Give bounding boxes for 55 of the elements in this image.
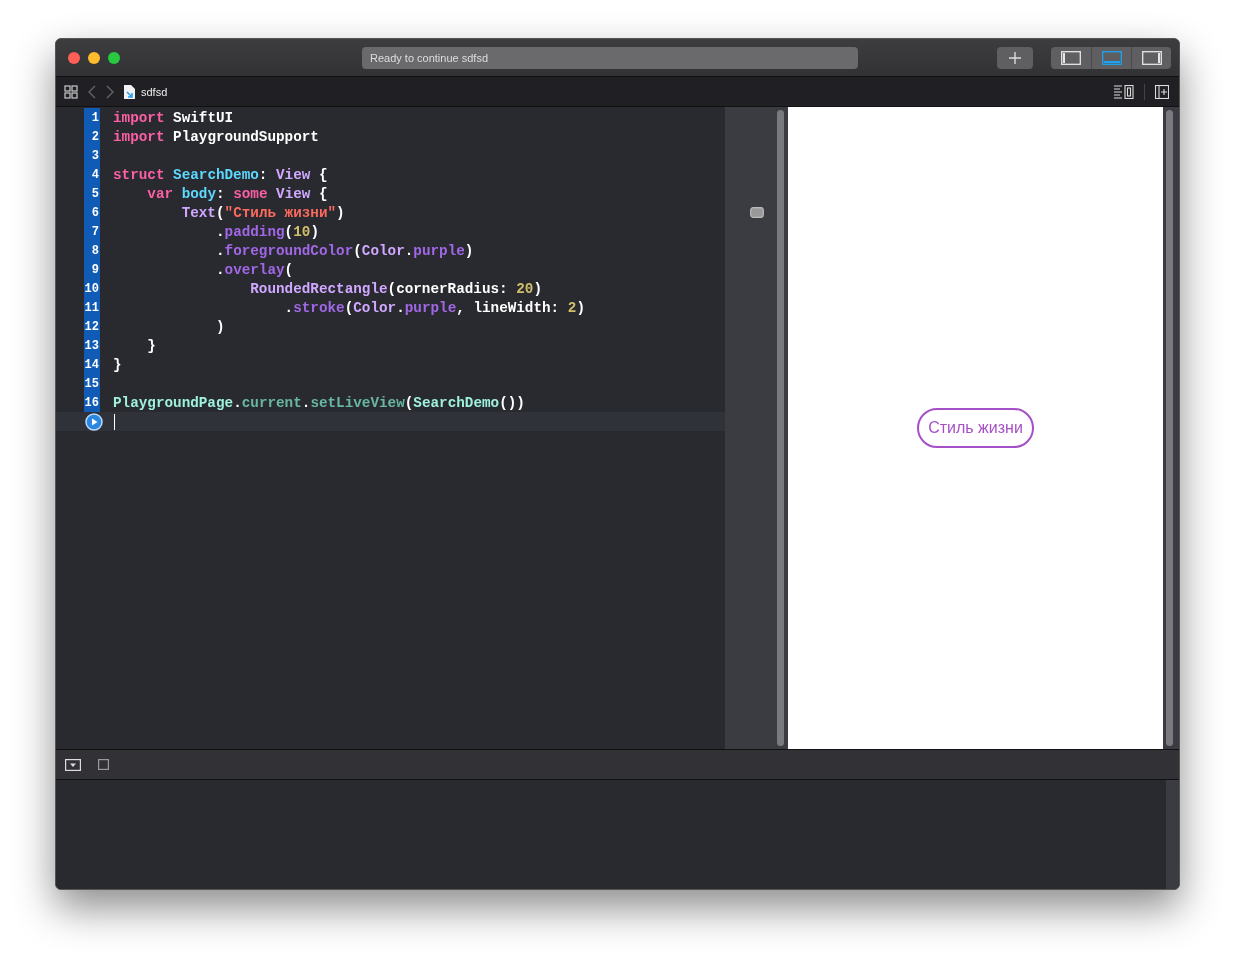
plus-icon [1008, 50, 1022, 65]
back-icon[interactable] [88, 84, 96, 99]
add-editor-icon[interactable] [1155, 84, 1169, 99]
code-line: ) [214, 318, 225, 335]
run-button-icon[interactable] [84, 412, 103, 431]
code-line: .overlay( [214, 261, 294, 278]
bottom-panel-icon [1101, 50, 1122, 65]
code-line: .padding(10) [214, 223, 319, 240]
code-line: struct SearchDemo: View { [113, 166, 328, 183]
lines-panel-icon[interactable] [1114, 84, 1134, 99]
line-number: 8 [91, 243, 100, 258]
zoom-button[interactable] [108, 51, 120, 64]
forward-icon[interactable] [106, 84, 114, 99]
line-number: 6 [91, 205, 100, 220]
code-line: var body: some View { [146, 185, 328, 202]
line-number: 13 [84, 338, 100, 353]
hide-console-button[interactable] [65, 758, 81, 771]
file-name[interactable]: sdfsd [141, 85, 168, 98]
line-number: 3 [91, 148, 100, 163]
line-number: 4 [91, 167, 100, 182]
left-panel-icon [1061, 50, 1081, 65]
square-icon[interactable] [98, 759, 109, 770]
code-line: import SwiftUI [113, 109, 234, 126]
code-line: PlaygroundPage.current.setLiveView(SearchDemo()) [113, 394, 525, 411]
code-line: } [113, 356, 122, 373]
text-cursor [114, 413, 115, 430]
minimize-button[interactable] [88, 51, 100, 64]
file-icon [124, 84, 135, 99]
code-line: RoundedRectangle(cornerRadius: 20) [249, 280, 542, 297]
right-panel-icon [1141, 50, 1162, 65]
result-preview-icon[interactable] [750, 207, 764, 218]
lifestyle-label: Стиль жизни [917, 408, 1034, 448]
scrollbar[interactable] [777, 110, 784, 746]
collapse-icon [65, 758, 81, 771]
activity-status-field: Ready to continue sdfsd [362, 46, 858, 69]
line-number: 10 [84, 281, 100, 296]
scrollbar[interactable] [1166, 110, 1173, 746]
close-button[interactable] [68, 51, 80, 64]
line-number: 14 [84, 357, 100, 372]
line-number: 11 [84, 300, 100, 315]
line-number: 5 [91, 186, 100, 201]
code-line: import PlaygroundSupport [113, 128, 319, 145]
code-line: } [146, 337, 156, 354]
add-button[interactable] [997, 46, 1033, 69]
code-line: Text("Стиль жизни") [180, 204, 345, 221]
line-number: 9 [91, 262, 100, 277]
code-line: .stroke(Color.purple, lineWidth: 2) [283, 299, 585, 316]
line-number: 1 [91, 110, 100, 125]
code-line: .foregroundColor(Color.purple) [214, 242, 474, 259]
line-number: 16 [84, 395, 100, 410]
line-number: 7 [91, 224, 100, 239]
line-number: 12 [84, 319, 100, 334]
grid-icon[interactable] [64, 84, 78, 99]
line-number: 2 [91, 129, 100, 144]
line-number: 15 [84, 376, 100, 391]
